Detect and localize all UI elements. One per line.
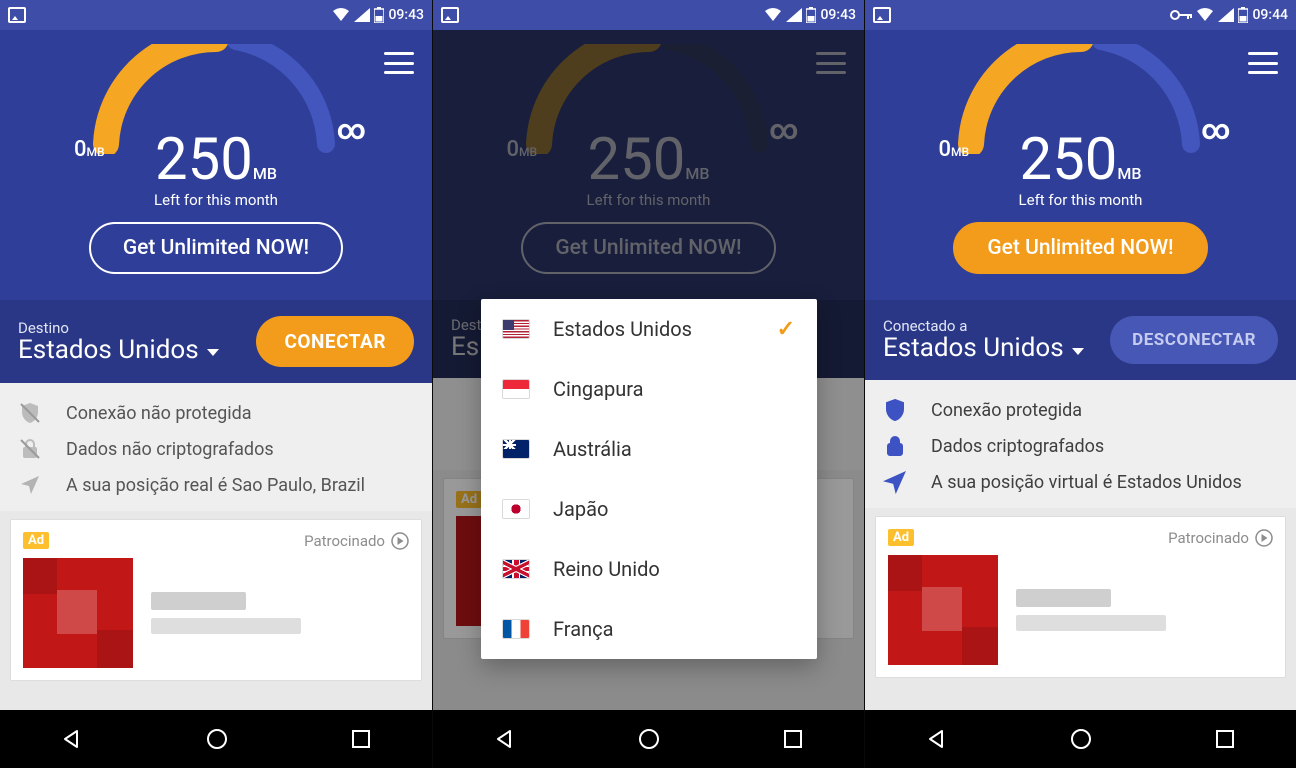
gauge-infinity: ∞ [337,113,366,146]
picture-icon [441,7,459,23]
ad-badge: Ad [456,491,482,508]
ad-sponsored-label: Patrocinado [1168,529,1249,547]
nav-back-button[interactable] [60,727,84,751]
status-row-location: A sua posição real é Sao Paulo, Brazil [18,473,414,497]
flag-fr-icon [503,620,529,638]
vpn-key-icon [1170,9,1192,21]
status-bar: 09:44 [865,0,1296,30]
wifi-icon [332,8,350,22]
status-row-connection: Conexão protegida [883,398,1278,422]
app-header: 0MB ∞ 250MB Left for this month Get Unli… [0,30,432,300]
battery-icon [806,7,816,23]
nav-back-button[interactable] [925,727,949,751]
gauge-zero-unit: MB [87,145,105,159]
status-bar: 09:43 [0,0,432,30]
nav-home-button[interactable] [205,727,229,751]
ad-text [1016,589,1166,631]
ad-thumbnail [888,555,998,665]
destination-dropdown[interactable]: Estados Unidos [18,335,219,365]
battery-icon [1238,7,1248,23]
clock-text: 09:43 [388,7,424,23]
destination-row: Conectado a Estados Unidos DESCONECTAR [865,300,1296,380]
phone-screen-3: 09:44 0MB ∞ 250MB Left for this month Ge… [864,0,1296,768]
status-row-encryption: Dados criptografados [883,434,1278,458]
flag-jp-icon [503,500,529,518]
ad-container: Ad Patrocinado [865,508,1296,678]
nav-recent-button[interactable] [782,728,804,750]
ad-content[interactable] [23,558,409,668]
country-option-au[interactable]: Austrália [481,419,817,479]
adchoices-icon[interactable] [1255,529,1273,547]
phone-screen-1: 09:43 0MB ∞ 250MB Left for this month Ge… [0,0,432,768]
ad-sponsored-label: Patrocinado [304,532,385,550]
ad-badge: Ad [888,529,914,546]
flag-au-icon [503,440,529,458]
hamburger-icon[interactable] [816,52,846,74]
wifi-icon [1196,8,1214,22]
flag-sg-icon [503,380,529,398]
destination-row: Destino Estados Unidos CONECTAR [0,300,432,383]
get-unlimited-button[interactable]: Get Unlimited NOW! [521,222,775,274]
nav-recent-button[interactable] [350,728,372,750]
country-option-fr[interactable]: França [481,599,817,659]
picture-icon [873,7,891,23]
nav-back-button[interactable] [493,727,517,751]
connect-button[interactable]: CONECTAR [256,316,414,367]
hamburger-icon[interactable] [384,52,414,74]
country-option-uk[interactable]: Reino Unido [481,539,817,599]
nav-home-button[interactable] [637,727,661,751]
country-popup: Estados Unidos✓ Cingapura Austrália Japã… [481,299,817,659]
status-row-connection: Conexão não protegida [18,401,414,425]
country-option-sg[interactable]: Cingapura [481,359,817,419]
android-nav-bar [0,710,432,768]
android-nav-bar [433,710,864,768]
status-bar: 09:43 [433,0,864,30]
hamburger-icon[interactable] [1248,52,1278,74]
gauge-subtitle: Left for this month [154,191,278,209]
gauge-zero: 0 [74,137,87,162]
adchoices-icon[interactable] [391,532,409,550]
chevron-down-icon [1072,348,1084,355]
signal-icon [1218,8,1234,22]
android-nav-bar [865,710,1296,768]
ad-content[interactable] [888,555,1273,665]
ad-thumbnail [23,558,133,668]
disconnect-button[interactable]: DESCONECTAR [1110,316,1278,364]
battery-icon [374,7,384,23]
app-header: 0MB ∞ 250MB Left for this month Get Unli… [433,30,864,300]
nav-home-button[interactable] [1069,727,1093,751]
flag-us-icon [503,320,529,338]
usage-gauge: 0MB ∞ 250MB Left for this month [519,44,779,154]
get-unlimited-button[interactable]: Get Unlimited NOW! [89,222,343,274]
status-row-location: A sua posição virtual é Estados Unidos [883,470,1278,494]
country-option-us[interactable]: Estados Unidos✓ [481,299,817,359]
connection-status-list: Conexão protegida Dados criptografados A… [865,380,1296,508]
destination-dropdown[interactable]: Estados Unidos [883,333,1084,363]
usage-gauge: 0MB ∞ 250MB Left for this month [86,44,346,154]
wifi-icon [764,8,782,22]
clock-text: 09:44 [1252,7,1288,23]
check-icon: ✓ [777,317,795,342]
connection-status-list: Conexão não protegida Dados não criptogr… [0,383,432,511]
ad-text [151,592,301,634]
nav-recent-button[interactable] [1214,728,1236,750]
gauge-unit: MB [253,164,277,183]
phone-screen-2: 09:43 0MB ∞ 250MB Left for this month Ge… [432,0,864,768]
signal-icon [786,8,802,22]
usage-gauge: 0MB ∞ 250MB Left for this month [951,44,1211,154]
app-header: 0MB ∞ 250MB Left for this month Get Unli… [865,30,1296,300]
ad-container: Ad Patrocinado [0,511,432,681]
get-unlimited-button[interactable]: Get Unlimited NOW! [953,222,1207,274]
signal-icon [354,8,370,22]
status-row-encryption: Dados não criptografados [18,437,414,461]
picture-icon [8,7,26,23]
ad-badge: Ad [23,532,49,549]
country-option-jp[interactable]: Japão [481,479,817,539]
flag-uk-icon [503,560,529,578]
clock-text: 09:43 [820,7,856,23]
chevron-down-icon [207,349,219,356]
gauge-amount: 250 [155,131,253,189]
